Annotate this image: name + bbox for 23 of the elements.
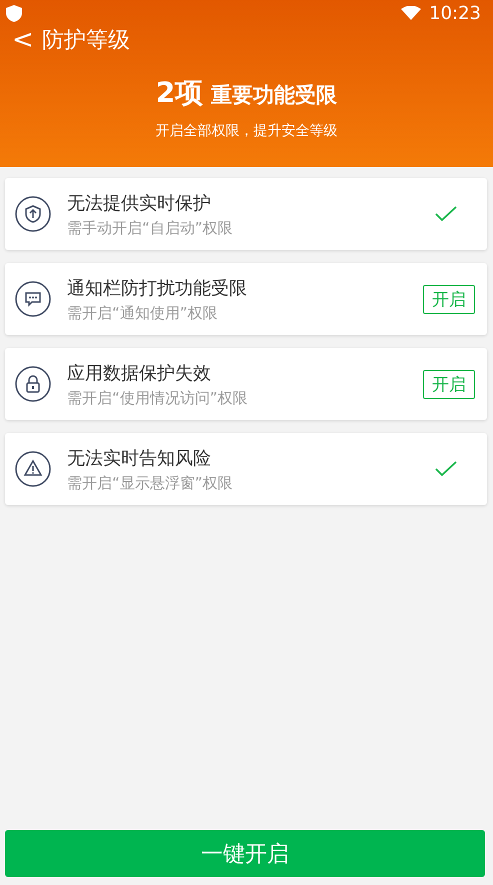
back-button[interactable]: < xyxy=(12,27,34,53)
subtitle: 开启全部权限，提升安全等级 xyxy=(154,122,338,140)
page-title: 防护等级 xyxy=(42,27,130,55)
card-title: 通知栏防打扰功能受限 xyxy=(67,276,248,300)
lock-icon xyxy=(15,366,51,402)
warning-icon xyxy=(15,451,51,487)
enable-button[interactable]: 开启 xyxy=(423,370,475,398)
card-subtitle: 需手动开启“自启动”权限 xyxy=(67,218,234,238)
issue-count: 2项 xyxy=(156,75,204,111)
enable-all-button[interactable]: 一键开启 xyxy=(5,830,485,877)
card-title: 无法提供实时保护 xyxy=(67,192,212,214)
enable-button[interactable]: 开启 xyxy=(423,284,475,314)
card-title: 无法实时告知风险 xyxy=(67,446,212,470)
card-subtitle: 需开启“使用情况访问”权限 xyxy=(67,388,249,408)
card-subtitle: 需开启“显示悬浮窗”权限 xyxy=(67,474,234,492)
shield-icon xyxy=(15,196,51,232)
card-title: 应用数据保护失效 xyxy=(67,362,212,384)
card-subtitle: 需开启“通知使用”权限 xyxy=(67,304,219,322)
status-time: 10:23 xyxy=(429,2,481,24)
message-icon xyxy=(15,281,51,317)
shield-icon xyxy=(6,4,22,22)
headline: 重要功能受限 xyxy=(211,82,338,109)
wifi-icon xyxy=(401,6,422,20)
